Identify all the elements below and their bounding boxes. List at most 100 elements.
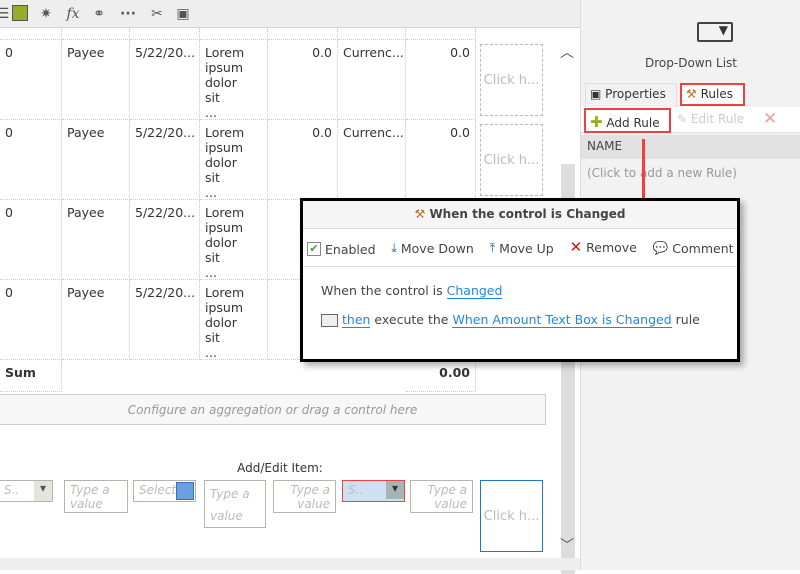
- enabled-checkbox[interactable]: ✔ Enabled: [307, 242, 376, 257]
- link-icon[interactable]: ⚭: [90, 5, 108, 23]
- then-link[interactable]: then: [342, 312, 371, 328]
- cell-value[interactable]: 0.0: [406, 40, 476, 120]
- add-edit-title: Add/Edit Item:: [237, 461, 323, 475]
- click-here-box[interactable]: Click h...: [480, 124, 543, 196]
- cell-desc[interactable]: Lorem ipsum dolor sit ...: [200, 40, 268, 120]
- grid-cell: [62, 28, 130, 40]
- aggregation-dropzone[interactable]: Configure an aggregation or drag a contr…: [0, 394, 546, 425]
- gear-icon[interactable]: ✷: [37, 5, 55, 23]
- cell-amount[interactable]: 0.0: [268, 120, 338, 200]
- cell-currency[interactable]: Currenc...: [338, 40, 406, 120]
- rule-condition: When the control is Changed: [303, 267, 737, 299]
- cell-currency[interactable]: Currenc...: [338, 120, 406, 200]
- event-link[interactable]: Changed: [446, 283, 503, 299]
- move-up-button[interactable]: ⤒ Move Up: [490, 240, 554, 256]
- amount-input[interactable]: Type a value: [273, 480, 336, 513]
- multiline-input[interactable]: Type a value: [204, 480, 266, 528]
- name-column-header[interactable]: NAME: [581, 135, 800, 159]
- click-here-box[interactable]: Click h...: [480, 480, 543, 552]
- cell-payee[interactable]: Payee: [62, 200, 130, 280]
- plus-icon: ✚: [590, 113, 603, 131]
- delete-rule-icon[interactable]: ✕: [763, 109, 777, 129]
- empty-rules-hint[interactable]: (Click to add a new Rule): [587, 166, 737, 180]
- rule-link[interactable]: When Amount Text Box is Changed: [452, 312, 672, 328]
- sum-value: 0.00: [406, 360, 476, 392]
- horizontal-scrollbar[interactable]: [0, 558, 580, 570]
- rule-popup-header: ⚒ When the control is Changed: [303, 201, 737, 229]
- cell-c0[interactable]: 0: [0, 40, 62, 120]
- cell-desc[interactable]: Lorem ipsum dolor sit ...: [200, 120, 268, 200]
- cell-payee[interactable]: Payee: [62, 280, 130, 360]
- gavel-icon: ⚒: [686, 87, 697, 101]
- value-input[interactable]: Type a value: [410, 480, 473, 513]
- dropdown-input[interactable]: S.. ▾: [0, 480, 53, 502]
- rule-actions: ✔ Enabled ⤓ Move Down ⤒ Move Up ✕ Remove 💬 Co…: [303, 229, 737, 267]
- properties-icon: ▣: [590, 87, 602, 101]
- cell-date[interactable]: 5/22/20...: [130, 120, 200, 200]
- cell-c0[interactable]: 0: [0, 120, 62, 200]
- tab-label: Rules: [700, 87, 733, 101]
- cell-payee[interactable]: Payee: [62, 120, 130, 200]
- rule-action: then execute the When Amount Text Box is…: [303, 298, 737, 328]
- function-icon[interactable]: fx: [64, 5, 82, 23]
- cell-date[interactable]: 5/22/20...: [130, 200, 200, 280]
- action-suffix: rule: [675, 312, 700, 327]
- action-icon: [321, 314, 338, 327]
- dropdown-control-icon: ▼: [697, 22, 733, 42]
- condition-text: When the control is: [321, 283, 443, 298]
- rule-popup: ⚒ When the control is Changed ✔ Enabled ⤓…: [300, 198, 740, 362]
- chevron-down-icon: ▾: [34, 481, 52, 501]
- cell-c0[interactable]: 0: [0, 280, 62, 360]
- move-up-icon: ⤒: [489, 240, 496, 255]
- sum-label: Sum: [0, 360, 62, 392]
- toolbar: ☰ ✷ fx ⚭ ··· ✂ ▣: [0, 0, 580, 28]
- cell-payee[interactable]: Payee: [62, 40, 130, 120]
- grid-cell: [268, 28, 338, 40]
- remove-button[interactable]: ✕ Remove: [570, 238, 637, 256]
- gavel-icon: ⚒: [414, 207, 426, 221]
- move-up-label: Move Up: [499, 240, 554, 256]
- edit-rule-label: Edit Rule: [690, 112, 745, 126]
- tab-rules[interactable]: ⚒ Rules: [680, 83, 745, 106]
- cell-amount[interactable]: 0.0: [268, 40, 338, 120]
- grid-cell: [406, 28, 476, 40]
- remove-icon: ✕: [569, 238, 583, 256]
- scroll-up-icon[interactable]: ︿: [560, 42, 574, 62]
- add-rule-button[interactable]: ✚ Add Rule: [584, 108, 671, 133]
- cell-desc[interactable]: Lorem ipsum dolor sit ...: [200, 280, 268, 360]
- comment-label: Comment: [672, 240, 734, 256]
- tab-label: Properties: [605, 87, 666, 101]
- add-rule-label: Add Rule: [606, 116, 660, 130]
- tools-icon[interactable]: ✂: [148, 5, 166, 23]
- checkbox-checked-icon: ✔: [307, 242, 321, 256]
- comment-icon: 💬: [652, 240, 669, 255]
- action-text: execute the: [374, 312, 449, 327]
- image-icon[interactable]: [12, 5, 28, 21]
- dropdown-value: S..: [348, 483, 364, 497]
- cell-c0[interactable]: 0: [0, 200, 62, 280]
- move-down-icon: ⤓: [391, 240, 397, 255]
- cell-value[interactable]: 0.0: [406, 120, 476, 200]
- move-down-label: Move Down: [400, 240, 474, 256]
- form-icon[interactable]: ▣: [174, 5, 192, 23]
- click-here-box[interactable]: Click h...: [480, 44, 543, 116]
- move-down-button[interactable]: ⤓ Move Down: [391, 240, 473, 256]
- tab-properties[interactable]: ▣ Properties: [585, 83, 677, 107]
- date-picker[interactable]: Select: [133, 480, 196, 502]
- date-value: Select: [139, 483, 177, 497]
- list-icon[interactable]: ☰: [0, 5, 12, 23]
- comment-button[interactable]: 💬 Comment: [653, 240, 734, 256]
- cell-desc[interactable]: Lorem ipsum dolor sit ...: [200, 200, 268, 280]
- cell-date[interactable]: 5/22/20...: [130, 40, 200, 120]
- cell-date[interactable]: 5/22/20...: [130, 280, 200, 360]
- currency-dropdown-input[interactable]: S.. ▾: [342, 480, 405, 502]
- chevron-down-icon: ▾: [386, 481, 404, 499]
- control-name: Drop-Down List: [645, 56, 737, 70]
- scroll-down-icon[interactable]: ﹀: [560, 535, 574, 555]
- grid-cell: [338, 28, 406, 40]
- edit-rule-button[interactable]: ✎ Edit Rule: [677, 112, 744, 126]
- calendar-icon[interactable]: [176, 482, 194, 500]
- more-icon[interactable]: ···: [119, 5, 137, 23]
- text-input[interactable]: Type a value: [64, 480, 128, 513]
- rule-popup-title: When the control is Changed: [429, 207, 626, 221]
